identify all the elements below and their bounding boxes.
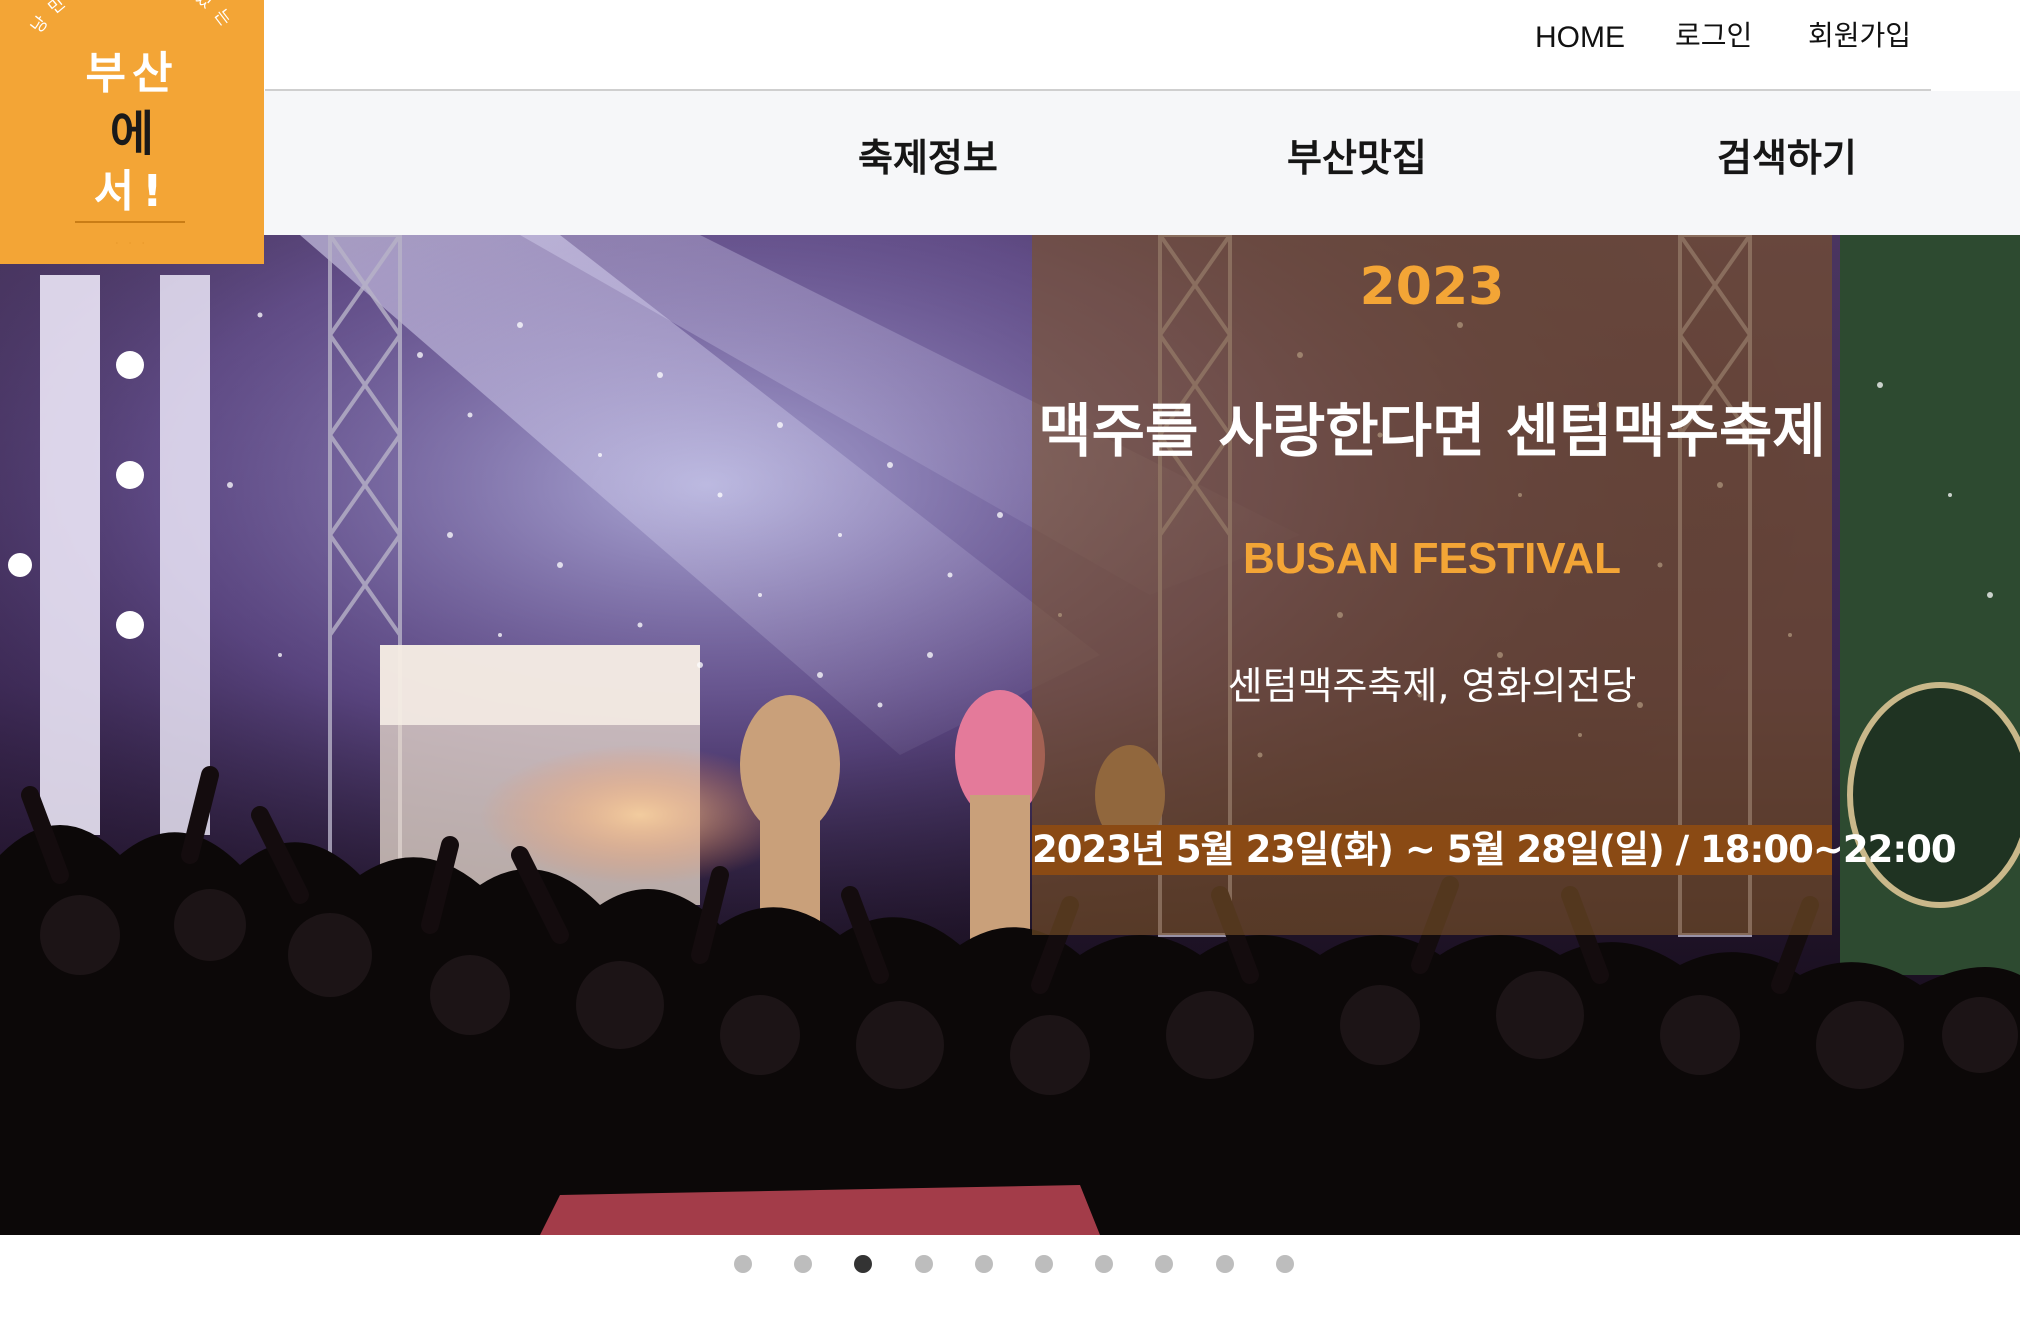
carousel-dot[interactable] [1155,1255,1173,1273]
festival-year: 2023 [1359,257,1505,317]
festival-title: 맥주를 사랑한다면 센텀맥주축제 [1038,397,1826,465]
hero-banner[interactable]: 2023 맥주를 사랑한다면 센텀맥주축제 BUSAN FESTIVAL 센텀맥… [0,235,2020,1235]
carousel-pagination [0,1252,2020,1276]
logo-line-2: 에 [109,106,155,162]
main-nav: 축제정보 부산맛집 검색하기 [0,91,2020,235]
carousel-dot[interactable] [1216,1255,1234,1273]
festival-date: 2023년 5월 23일(화) ~ 5월 28일(일) / 18:00~22:0… [1032,825,1957,875]
carousel-dot[interactable] [975,1255,993,1273]
nav-busan-restaurants[interactable]: 부산맛집 [1287,133,1427,183]
top-bar: HOME 로그인 회원가입 [0,0,2020,91]
festival-info-panel: 2023 맥주를 사랑한다면 센텀맥주축제 BUSAN FESTIVAL 센텀맥… [1032,235,1957,935]
home-link[interactable]: HOME [1535,20,1625,56]
festival-subtitle: BUSAN FESTIVAL [1242,534,1622,583]
signup-link[interactable]: 회원가입 [1808,18,1911,54]
login-link[interactable]: 로그인 [1675,18,1752,54]
carousel-dot[interactable] [915,1255,933,1273]
carousel-dot[interactable] [1035,1255,1053,1273]
carousel-dot[interactable] [854,1255,872,1273]
carousel-dot[interactable] [794,1255,812,1273]
logo-line-3: 서! [93,166,171,217]
nav-festival-info[interactable]: 축제정보 [858,133,998,183]
carousel-dot[interactable] [734,1255,752,1273]
carousel-dot[interactable] [1095,1255,1113,1273]
logo-line-1: 부산 [85,48,179,99]
logo-fine-print: · · · [115,239,149,248]
logo-underline [75,221,185,223]
site-logo[interactable]: 낭만과 추억이 있는 부산 에 서! · · · [0,0,264,264]
svg-text:낭만과 추억이 있는: 낭만과 추억이 있는 [27,0,240,37]
nav-search[interactable]: 검색하기 [1717,133,1857,183]
carousel-dot[interactable] [1276,1255,1294,1273]
festival-venue: 센텀맥주축제, 영화의전당 [1227,664,1637,708]
